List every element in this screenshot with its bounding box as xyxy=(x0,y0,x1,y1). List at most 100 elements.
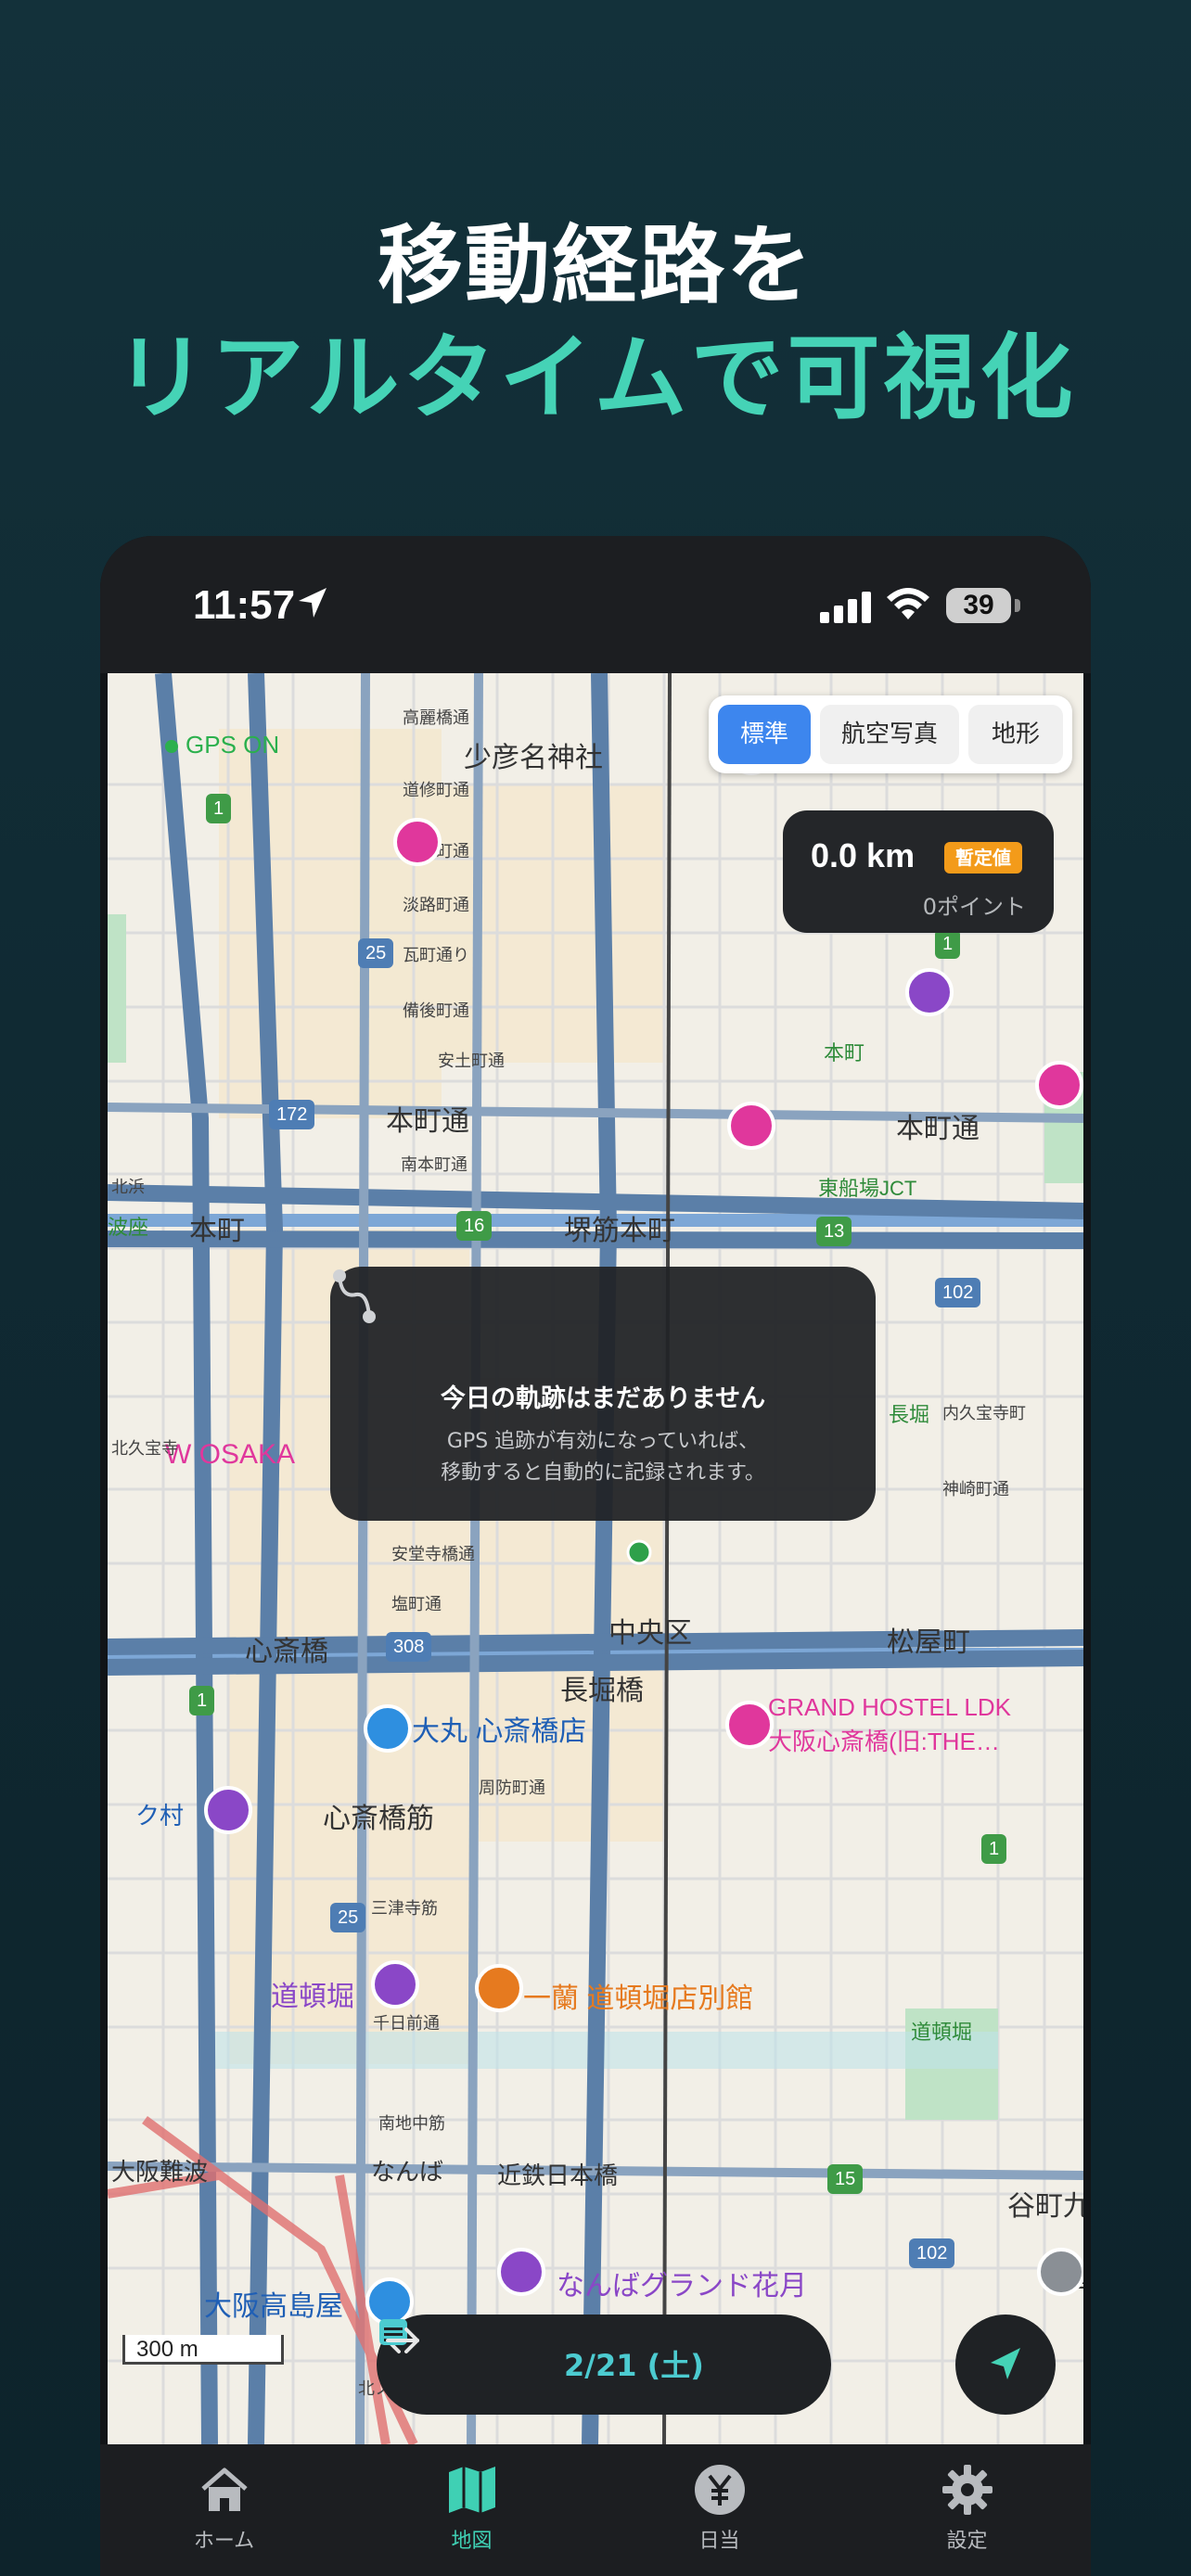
map-label-honmachi-dori-left: 本町通 xyxy=(386,1106,469,1137)
hotel-pin-icon[interactable] xyxy=(727,1102,775,1150)
date-navigator: 2/21 (土) xyxy=(377,2315,831,2415)
map-label-azuchi: 安土町通 xyxy=(438,1052,505,1070)
map-label-shinsaibashisuji: 心斎橋筋 xyxy=(323,1804,434,1834)
map-label-left-mark: ク村 xyxy=(135,1802,185,1830)
map-label-takashimaya: 大阪高島屋 xyxy=(204,2291,343,2322)
map-label-chuo: 中央区 xyxy=(608,1618,692,1649)
empty-track-title: 今日の軌跡はまだありません xyxy=(440,1384,766,1413)
status-bar: 11:57 39 xyxy=(100,536,1091,673)
wifi-icon xyxy=(887,588,929,619)
route-shield: 1 xyxy=(935,929,961,959)
route-shield: 172 xyxy=(269,1100,315,1129)
map-label-ichiran: 一蘭 道頓堀店別館 xyxy=(523,1983,754,2014)
map-label-dotonbori: 道頓堀 xyxy=(271,1982,354,2012)
tab-settings[interactable]: 設定 xyxy=(843,2444,1091,2576)
map-label-grand-kagetsu: なんばグランド花月 xyxy=(557,2271,807,2302)
map-label-suomachi: 周防町通 xyxy=(479,1779,545,1797)
hotel-pin-icon[interactable] xyxy=(393,818,442,866)
map-label-nagahori: 長堀 xyxy=(889,1403,930,1426)
landmark-pin-icon[interactable] xyxy=(204,1786,252,1834)
map-label-uchikyu: 内久宝寺町 xyxy=(942,1404,1026,1422)
map-icon xyxy=(449,2467,495,2513)
battery-indicator: 39 xyxy=(946,588,1011,623)
map-label-nanba: なんば xyxy=(371,2158,444,2186)
map-label-sennichimae: 千日前通 xyxy=(373,2014,440,2033)
map-label-honmachi: 本町 xyxy=(189,1216,245,1246)
route-shield: 102 xyxy=(909,2238,955,2268)
shopping-pin-icon[interactable] xyxy=(364,1704,412,1753)
map-label-higashi-funaba: 東船場JCT xyxy=(818,1177,917,1200)
map-label-nagahoribashi: 長堀橋 xyxy=(560,1676,644,1706)
tab-bar: ホーム 地図 日当 設定 xyxy=(100,2444,1091,2576)
empty-track-card: 今日の軌跡はまだありません GPS 追跡が有効になっていれば、 移動すると自動的… xyxy=(330,1267,876,1521)
map-label-honmachi-dori-right: 本町通 xyxy=(896,1114,980,1144)
map-label-awaji: 淡路町通 xyxy=(403,896,469,914)
tab-home[interactable]: ホーム xyxy=(100,2444,348,2576)
route-shield: 1 xyxy=(189,1686,215,1715)
map-label-kita: 北久宝寺 xyxy=(111,1439,178,1458)
gps-status-dot xyxy=(165,740,178,753)
map-label-nanbanaka: 南地中筋 xyxy=(378,2114,445,2133)
route-shield: 308 xyxy=(386,1632,432,1662)
map-label-dotonbori-sign: 道頓堀 xyxy=(911,2021,973,2044)
route-shield: 102 xyxy=(935,1278,981,1307)
location-arrow-icon xyxy=(299,588,327,618)
landmark-pin-icon[interactable] xyxy=(371,1960,419,2009)
yen-icon xyxy=(695,2465,745,2515)
empty-track-line1: GPS 追跡が有効になっていれば、 xyxy=(446,1430,760,1453)
map-type-standard[interactable]: 標準 xyxy=(718,705,811,764)
map-label-kintetsu: 近鉄日本橋 xyxy=(497,2162,619,2189)
empty-track-line2: 移動すると自動的に記録されます。 xyxy=(441,1461,765,1485)
current-date[interactable]: 2/21 (土) xyxy=(564,2342,704,2385)
cellular-signal-icon xyxy=(820,592,871,623)
route-icon xyxy=(333,1269,376,1323)
map-label-kanzaki: 神崎町通 xyxy=(942,1480,1009,1498)
route-shield: 1 xyxy=(981,1834,1007,1864)
theater-pin-icon[interactable] xyxy=(497,2248,545,2296)
route-shield: 15 xyxy=(827,2164,864,2194)
map-label-hostel-2: 大阪心斎橋(旧:THE… xyxy=(768,1728,1000,1755)
map-label-matsuyamachi: 松屋町 xyxy=(887,1627,970,1658)
map-label-osaka-namba: 大阪難波 xyxy=(111,2158,209,2186)
map-label-sanmin: 三津寺筋 xyxy=(371,1899,438,1918)
map-type-terrain[interactable]: 地形 xyxy=(968,705,1063,764)
restaurant-pin-icon[interactable] xyxy=(475,1964,523,2012)
map-label-namba: 波座 xyxy=(108,1216,149,1239)
map-label-dosho: 道修町通 xyxy=(403,781,469,799)
battery-cap xyxy=(1015,599,1020,612)
gear-icon xyxy=(942,2465,992,2515)
map-label-shrine: 少彦名神社 xyxy=(464,743,603,773)
map-label-shinsaibashi: 心斎橋 xyxy=(245,1637,328,1667)
tab-map[interactable]: 地図 xyxy=(348,2444,596,2576)
map-label-sakaisuji-honmachi: 堺筋本町 xyxy=(564,1216,675,1246)
landmark-pin-icon[interactable] xyxy=(905,968,954,1016)
map-type-selector: 標準 航空写真 地形 xyxy=(709,695,1072,773)
route-shield: 1 xyxy=(206,794,232,823)
hotel-pin-icon[interactable] xyxy=(1035,1061,1083,1109)
current-location-button[interactable] xyxy=(955,2315,1056,2415)
route-shield: 16 xyxy=(456,1211,493,1241)
route-shield: 13 xyxy=(816,1217,852,1246)
route-shield: 25 xyxy=(330,1903,366,1932)
distance-card: 0.0 km 暫定値 0ポイント xyxy=(783,810,1054,933)
gps-status-label: GPS ON xyxy=(186,731,280,759)
map-label-hostel-1: GRAND HOSTEL LDK xyxy=(768,1693,1011,1721)
distance-value: 0.0 km xyxy=(811,836,916,874)
map-label-koraibashi: 高麗橋通 xyxy=(403,708,469,727)
map-scale-label: 300 m xyxy=(136,2337,198,2362)
home-icon xyxy=(201,2468,248,2511)
hotel-pin-icon[interactable] xyxy=(725,1701,774,1749)
tab-home-label: ホーム xyxy=(193,2530,255,2553)
next-day-arrow-icon[interactable] xyxy=(377,2315,429,2366)
navigation-arrow-icon xyxy=(991,2348,1020,2379)
map-type-satellite[interactable]: 航空写真 xyxy=(820,705,959,764)
tab-allowance[interactable]: 日当 xyxy=(596,2444,843,2576)
map-scale: 300 m xyxy=(122,2335,284,2365)
shrine-pin-icon[interactable] xyxy=(1037,2248,1083,2296)
points-count: 0ポイント xyxy=(922,894,1026,920)
phone-screen: 11:57 39 GPS ON 少彦名神社 本町通 本町通 堺筋本町 本町 波座… xyxy=(100,536,1091,2576)
map-label-ankoji: 安堂寺橋通 xyxy=(391,1545,475,1563)
map-view[interactable]: GPS ON 少彦名神社 本町通 本町通 堺筋本町 本町 波座 中央区 心斎橋 … xyxy=(108,673,1083,2444)
map-label-shiomachi: 塩町通 xyxy=(391,1595,442,1613)
map-label-tanimachi: 谷町九 xyxy=(1007,2191,1083,2222)
